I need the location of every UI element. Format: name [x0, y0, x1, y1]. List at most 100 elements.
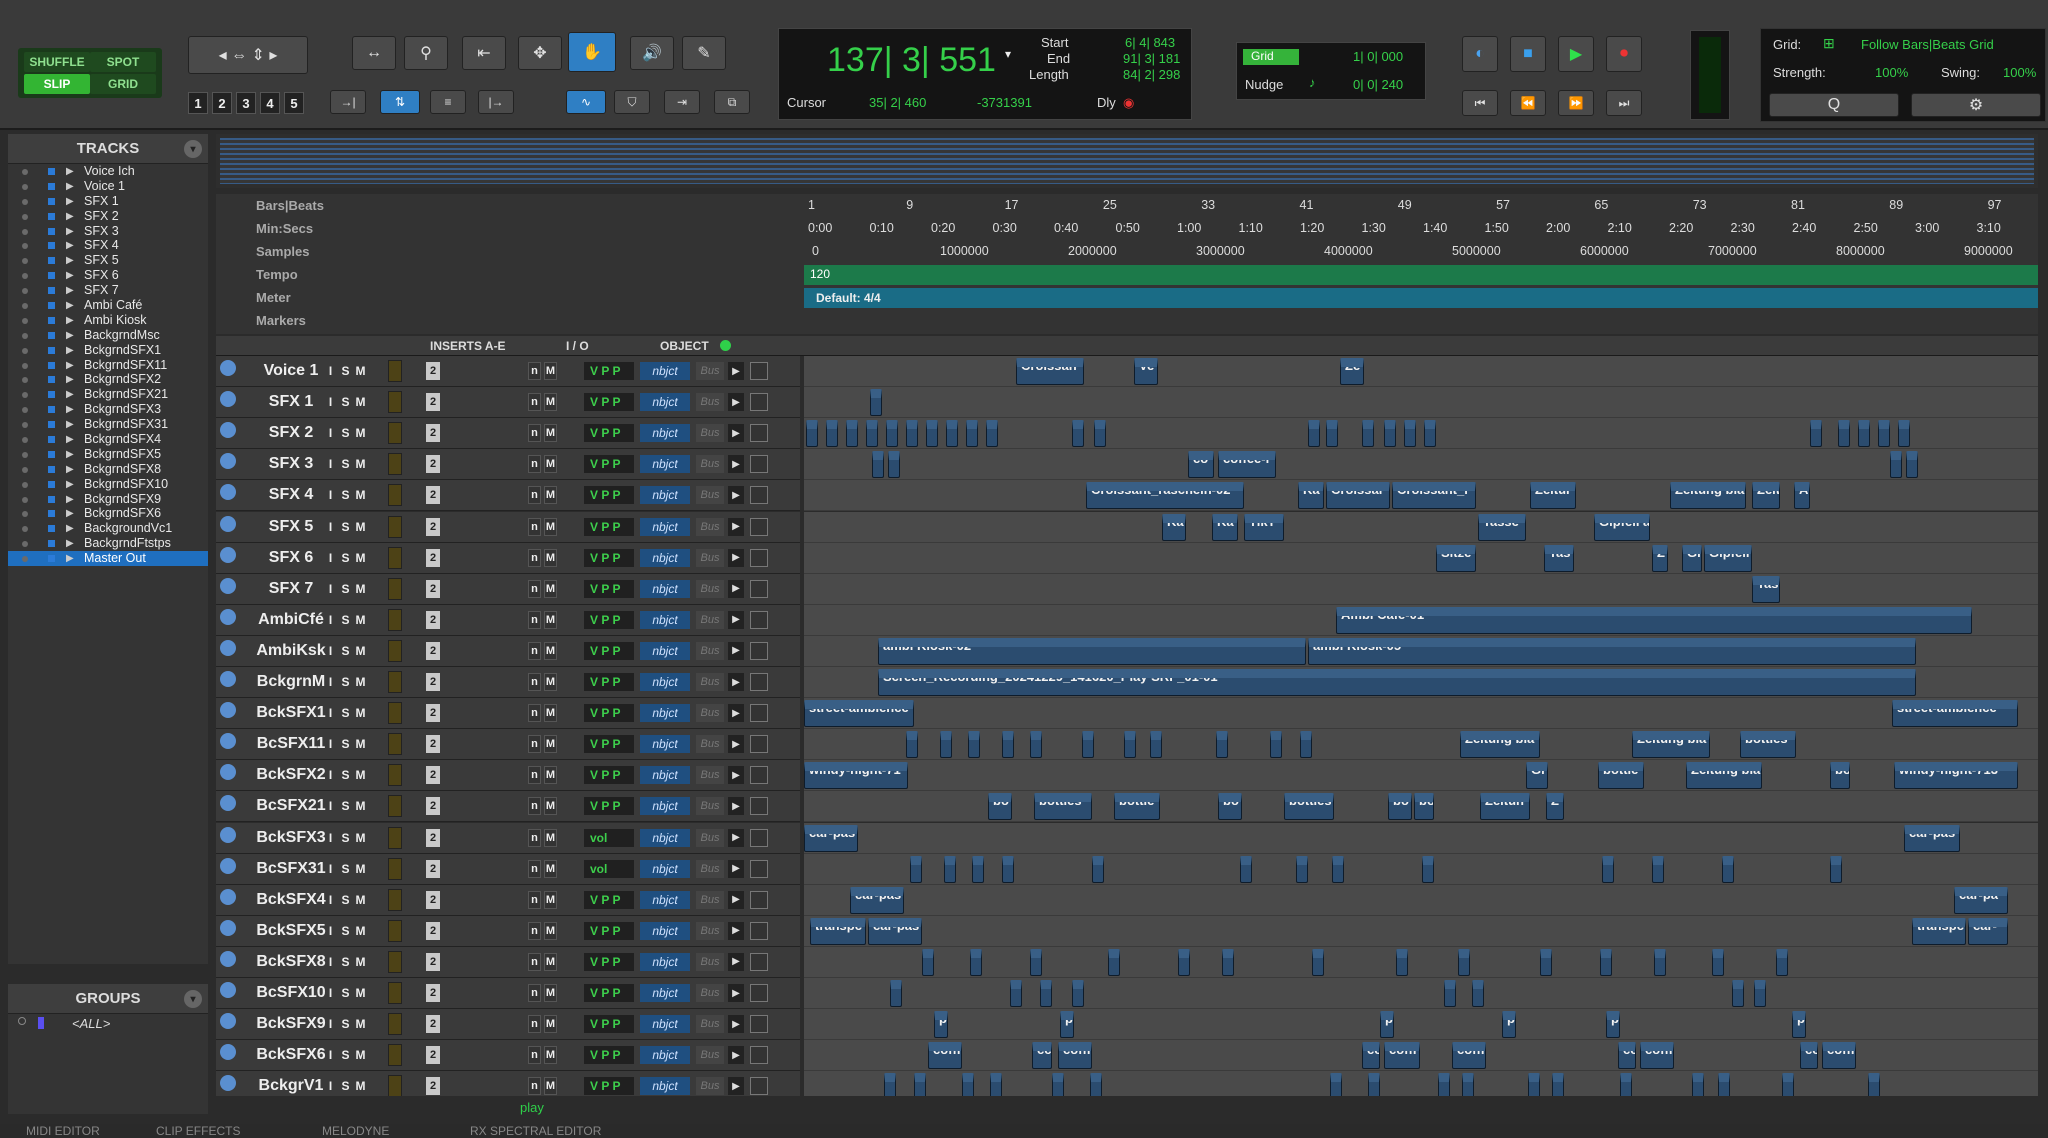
audio-clip[interactable]: Screen_Recording_20241229_141620_Play SR…: [878, 669, 1916, 696]
track-list-item[interactable]: ▶ BackgroundVc1: [8, 521, 208, 536]
audio-clip[interactable]: bo: [1414, 793, 1434, 821]
voice-view[interactable]: V P P: [584, 579, 634, 598]
bus-button[interactable]: Bus: [696, 362, 724, 380]
bus-button[interactable]: Bus: [696, 610, 724, 629]
track-header[interactable]: BckSFX5 I S M 2 n M V P Pnbjct Bus ▶: [216, 915, 800, 947]
track-lane[interactable]: [804, 978, 2038, 1010]
samples-ruler[interactable]: Samples 0 1000000 2000000 3000000 4000000 500…: [216, 240, 2038, 263]
audio-clip[interactable]: Tas: [1544, 544, 1574, 572]
audio-clip[interactable]: [986, 420, 998, 448]
audio-clip[interactable]: [1472, 980, 1484, 1007]
track-box-icon[interactable]: [750, 517, 768, 536]
input-monitor-button[interactable]: I: [324, 922, 337, 940]
visibility-dot-icon[interactable]: [22, 541, 28, 548]
track-options-icon[interactable]: [220, 764, 236, 781]
track-box-icon[interactable]: [750, 984, 768, 1002]
track-name[interactable]: BckgrV1: [246, 1077, 336, 1095]
bus-button[interactable]: Bus: [696, 921, 724, 940]
object-button[interactable]: nbjct: [640, 1015, 690, 1034]
bus-button[interactable]: Bus: [696, 1015, 724, 1034]
settings-button[interactable]: ⚙: [1911, 93, 2041, 117]
audio-clip[interactable]: Zeitung blä: [1632, 731, 1710, 759]
audio-clip[interactable]: [886, 420, 898, 448]
end-value[interactable]: 91| 3| 181: [1123, 51, 1180, 66]
track-play-icon[interactable]: ▶: [728, 735, 744, 754]
track-list-item[interactable]: ▶ SFX 2: [8, 209, 208, 224]
audio-clip[interactable]: street-ambience: [1892, 700, 2018, 728]
voice-view[interactable]: V P P: [584, 362, 634, 380]
audio-clip[interactable]: [870, 389, 882, 417]
track-list-item[interactable]: ▶ SFX 1: [8, 194, 208, 209]
solo-button[interactable]: S: [339, 424, 352, 442]
insert-count[interactable]: 2: [426, 766, 440, 785]
input-monitor-button[interactable]: I: [324, 829, 337, 847]
mute-button[interactable]: M: [354, 362, 367, 380]
tab-midi-editor[interactable]: MIDI EDITOR: [26, 1124, 100, 1138]
track-options-icon[interactable]: [220, 639, 236, 656]
track-list-item[interactable]: ▶ BckgrndSFX8: [8, 462, 208, 477]
track-box-icon[interactable]: [750, 610, 768, 629]
track-name[interactable]: BcSFX31: [246, 860, 336, 878]
group-item-all[interactable]: <ALL>: [8, 1014, 208, 1034]
audio-clip[interactable]: Z: [1652, 544, 1668, 572]
output-button[interactable]: M: [544, 610, 557, 629]
audio-clip[interactable]: [1868, 1073, 1880, 1096]
track-play-icon[interactable]: ▶: [728, 641, 744, 660]
input-button[interactable]: n: [528, 424, 541, 443]
voice-view[interactable]: V P P: [584, 486, 634, 505]
audio-clip[interactable]: [1652, 855, 1664, 883]
audio-clip[interactable]: [826, 420, 838, 448]
visibility-dot-icon[interactable]: [22, 169, 28, 175]
track-list-item[interactable]: ▶ BckgrndSFX5: [8, 447, 208, 462]
track-options-icon[interactable]: [220, 422, 236, 439]
input-button[interactable]: n: [528, 486, 541, 505]
mute-button[interactable]: M: [354, 393, 367, 411]
visibility-dot-icon[interactable]: [22, 556, 28, 563]
track-play-icon[interactable]: ▶: [728, 486, 744, 505]
go-to-end-button[interactable]: ⏭: [1606, 90, 1642, 116]
expand-triangle-icon[interactable]: ▶: [66, 536, 74, 551]
visibility-dot-icon[interactable]: [22, 303, 28, 310]
track-play-icon[interactable]: ▶: [728, 579, 744, 598]
link-track-button[interactable]: ≡: [430, 90, 466, 114]
object-button[interactable]: nbjct: [640, 828, 690, 847]
track-play-icon[interactable]: ▶: [728, 673, 744, 691]
voice-view[interactable]: V P P: [584, 921, 634, 940]
mute-button[interactable]: M: [354, 829, 367, 847]
solo-button[interactable]: S: [339, 486, 352, 504]
insert-count[interactable]: 2: [426, 517, 440, 536]
track-list-item[interactable]: ▶ BckgrndSFX3: [8, 402, 208, 417]
track-box-icon[interactable]: [750, 797, 768, 816]
solo-button[interactable]: S: [339, 393, 352, 411]
track-name[interactable]: AmbiCfé: [246, 611, 336, 629]
track-box-icon[interactable]: [750, 486, 768, 505]
quantize-button[interactable]: Q: [1769, 93, 1899, 117]
expand-triangle-icon[interactable]: ▶: [66, 387, 74, 402]
track-options-icon[interactable]: [220, 795, 236, 812]
track-box-icon[interactable]: [750, 1077, 768, 1096]
audio-clip[interactable]: [1838, 420, 1850, 448]
expand-triangle-icon[interactable]: ▶: [66, 343, 74, 358]
rewind-button[interactable]: ⏪: [1510, 90, 1546, 116]
track-name[interactable]: BckSFX1: [246, 704, 336, 722]
strength-value[interactable]: 100%: [1875, 65, 1908, 80]
track-list-item[interactable]: ▶ BckgrndSFX21: [8, 387, 208, 402]
track-lane[interactable]: ambi Kiosk-02 ambi Kiosk-05: [804, 635, 2038, 667]
visibility-dot-icon[interactable]: [22, 347, 28, 354]
mute-button[interactable]: M: [354, 549, 367, 567]
audio-clip[interactable]: [1010, 980, 1022, 1007]
audio-clip[interactable]: [1718, 1073, 1730, 1096]
bus-button[interactable]: Bus: [696, 704, 724, 723]
track-box-icon[interactable]: [750, 362, 768, 380]
mirror-midi-button[interactable]: ⛉: [614, 90, 650, 114]
input-monitor-button[interactable]: I: [324, 984, 337, 1002]
audio-clip[interactable]: [1462, 1073, 1474, 1096]
solo-button[interactable]: S: [339, 735, 352, 753]
track-name[interactable]: SFX 5: [246, 518, 336, 536]
audio-clip[interactable]: [910, 855, 922, 883]
audio-clip[interactable]: Zeit: [1752, 482, 1780, 510]
solo-button[interactable]: S: [339, 580, 352, 598]
audio-clip[interactable]: Gipfeli a: [1594, 513, 1650, 541]
track-list-item[interactable]: ▶ BckgrndSFX31: [8, 417, 208, 432]
audio-clip[interactable]: coffi: [1058, 1042, 1092, 1070]
